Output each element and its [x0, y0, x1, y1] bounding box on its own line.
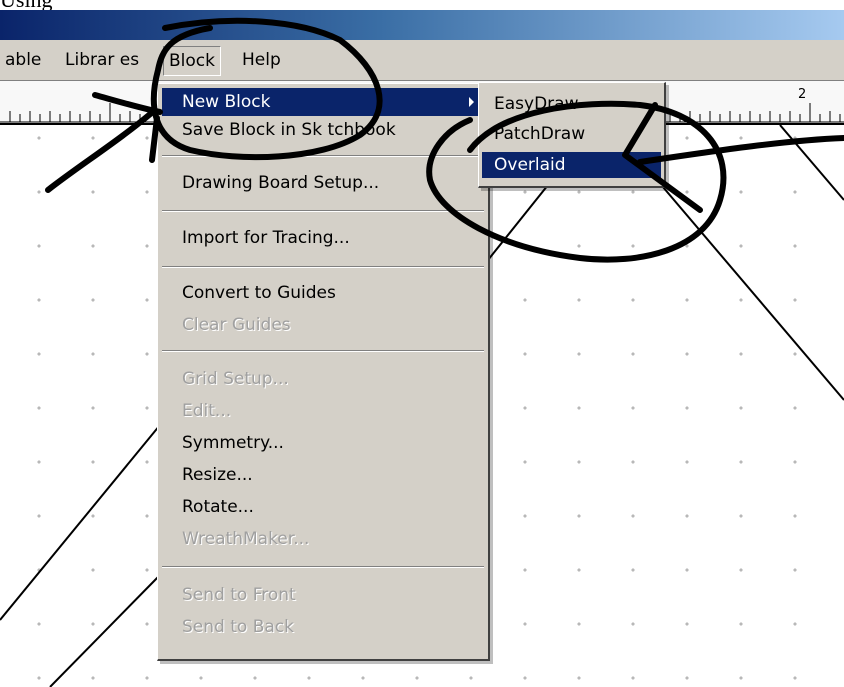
block-menu: New Block Save Block in Sk tchbook Drawi… — [157, 83, 490, 661]
caption-text: Using — [0, 0, 844, 10]
menu-item-convert-to-guides[interactable]: Convert to Guides — [162, 279, 484, 307]
submenu-item-easydraw[interactable]: EasyDraw — [482, 91, 661, 117]
menu-libraries[interactable]: Librar es — [60, 46, 144, 74]
menu-item-send-to-front[interactable]: Send to Front — [162, 581, 484, 609]
menu-item-grid-setup[interactable]: Grid Setup... — [162, 365, 484, 393]
menu-item-edit[interactable]: Edit... — [162, 397, 484, 425]
menu-item-send-to-back[interactable]: Send to Back — [162, 613, 484, 641]
menu-item-clear-guides[interactable]: Clear Guides — [162, 311, 484, 339]
menu-item-wreathmaker[interactable]: WreathMaker... — [162, 525, 484, 553]
ruler-label-2: 2 — [798, 87, 807, 102]
menu-item-resize[interactable]: Resize... — [162, 461, 484, 489]
new-block-submenu: EasyDraw PatchDraw Overlaid — [478, 82, 666, 188]
menu-item-new-block[interactable]: New Block — [162, 88, 484, 116]
menu-item-symmetry[interactable]: Symmetry... — [162, 429, 484, 457]
menu-separator — [162, 350, 484, 352]
submenu-item-patchdraw[interactable]: PatchDraw — [482, 121, 661, 147]
submenu-arrow-icon — [469, 97, 474, 107]
title-bar — [0, 10, 844, 40]
menu-separator — [162, 266, 484, 268]
menu-bar: able Librar es Block Help — [0, 40, 844, 81]
menu-separator — [162, 566, 484, 568]
menu-item-save-block[interactable]: Save Block in Sk tchbook — [162, 116, 484, 144]
menu-item-drawing-board-setup[interactable]: Drawing Board Setup... — [162, 169, 484, 197]
menu-block[interactable]: Block — [163, 46, 221, 76]
menu-separator — [162, 155, 484, 157]
menu-table[interactable]: able — [0, 46, 46, 74]
menu-item-rotate[interactable]: Rotate... — [162, 493, 484, 521]
menu-help[interactable]: Help — [237, 46, 286, 74]
menu-separator — [162, 210, 484, 212]
menu-item-import-for-tracing[interactable]: Import for Tracing... — [162, 224, 484, 252]
menu-item-new-block-label: New Block — [182, 92, 271, 112]
submenu-item-overlaid[interactable]: Overlaid — [482, 152, 661, 178]
